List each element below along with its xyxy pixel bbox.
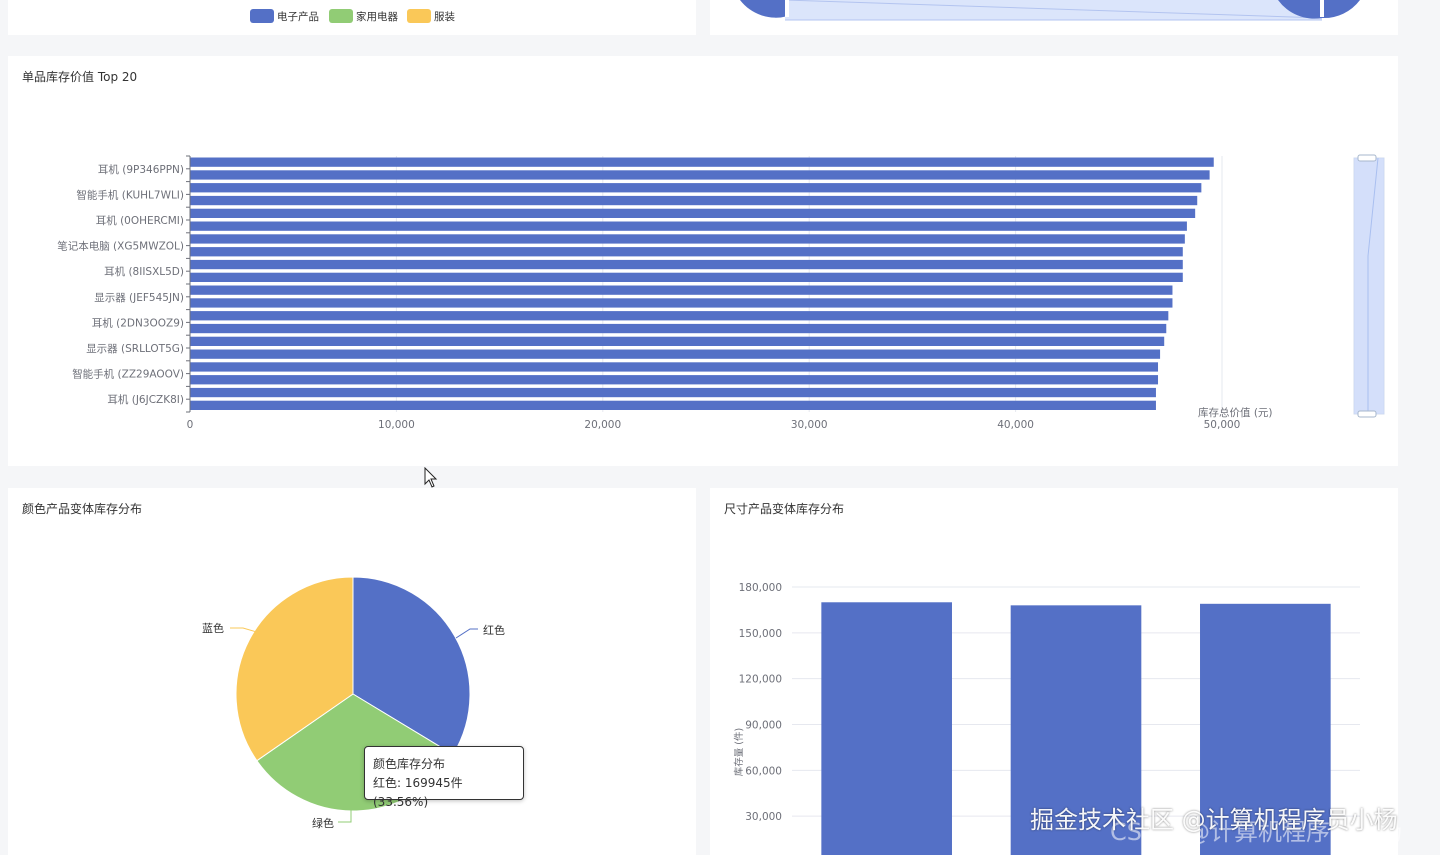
y-tick-label: 180,000 — [739, 582, 782, 594]
zoom-handle-top[interactable] — [1357, 154, 1377, 162]
y-tick-label: 耳机 (0OHERCMI) — [96, 214, 184, 227]
x-axis-name: 库存总价值 (元) — [1198, 406, 1273, 419]
top20-bar[interactable] — [190, 387, 1156, 398]
label-line-green — [338, 810, 352, 823]
top20-bar[interactable] — [190, 221, 1187, 231]
top-left-panel: 电子产品 家用电器 服装 — [8, 0, 696, 35]
top20-bar[interactable] — [190, 170, 1210, 180]
label-blue: 蓝色 — [202, 621, 261, 635]
top20-bar[interactable] — [190, 183, 1202, 193]
y-tick-label: 智能手机 (ZZ29AOOV) — [72, 368, 184, 381]
top20-bar[interactable] — [190, 272, 1183, 282]
y-axis-name: 库存量 (件) — [733, 728, 745, 776]
label-line-red — [455, 628, 478, 639]
zoom-handle-bottom[interactable] — [1357, 410, 1377, 418]
top20-panel: 单品库存价值 Top 20 耳机 (9P346PPN) 智能手机 (KUHL7WL… — [8, 56, 1398, 466]
top20-bar[interactable] — [190, 157, 1214, 167]
legend-item-appliances[interactable]: 家用电器 — [329, 9, 398, 23]
top20-bar[interactable] — [190, 336, 1165, 346]
y-tick-label: 智能手机 (KUHL7WLI) — [76, 188, 184, 201]
label-green: 绿色 — [312, 810, 352, 830]
label-text-blue: 蓝色 — [202, 621, 224, 635]
legend-label-electronics: 电子产品 — [277, 10, 319, 23]
mouse-cursor-icon — [424, 467, 438, 488]
top20-bar[interactable] — [190, 285, 1173, 295]
top-right-partial-chart — [740, 0, 1360, 21]
top20-bar[interactable] — [190, 247, 1183, 257]
x-tick-label: 20,000 — [584, 419, 621, 431]
y-tick-label: 耳机 (8IISXL5D) — [104, 265, 184, 278]
size-bar[interactable] — [821, 602, 952, 855]
y-tick-label: 120,000 — [739, 674, 782, 686]
y-tick-label: 显示器 (SRLLOT5G) — [86, 343, 184, 355]
y-tick-label: 90,000 — [745, 720, 782, 732]
legend-swatch-clothing — [407, 9, 431, 23]
left-handle[interactable] — [785, 0, 789, 17]
x-tick-label: 10,000 — [378, 419, 415, 431]
legend-swatch-appliances — [329, 9, 353, 23]
top20-bar[interactable] — [190, 362, 1159, 372]
y-tick-label: 耳机 (J6JCZK8I) — [107, 393, 184, 406]
y-tick-label: 显示器 (JEF545JN) — [94, 292, 184, 304]
y-tick-label: 耳机 (9P346PPN) — [98, 163, 184, 176]
top20-bar-chart: 耳机 (9P346PPN) 智能手机 (KUHL7WLI) 耳机 (0OHERCMI… — [57, 154, 1385, 431]
color-pie-chart: 红色 蓝色 绿色 — [202, 576, 505, 830]
legend-label-clothing: 服装 — [434, 10, 455, 23]
legend-swatch-electronics — [250, 9, 274, 23]
right-handle[interactable] — [1320, 0, 1324, 17]
y-tick-label: 60,000 — [745, 765, 782, 777]
left-circle-partial — [740, 0, 788, 18]
y-tick-label: 耳机 (2DN3OOZ9) — [92, 316, 184, 329]
x-tick-label: 0 — [187, 419, 194, 431]
top20-bar[interactable] — [190, 349, 1161, 359]
x-tick-label: 40,000 — [997, 419, 1034, 431]
pie-tooltip: 颜色库存分布 红色: 169945件 (33.56%) — [364, 746, 524, 809]
label-red: 红色 — [455, 623, 505, 639]
legend-item-electronics[interactable]: 电子产品 — [250, 9, 319, 23]
zoom-selected — [1354, 158, 1384, 414]
tooltip-value: 红色: 169945件 (33.56%) — [373, 776, 463, 809]
color-pie-panel: 颜色产品变体库存分布 红色 蓝色 绿色 — [8, 488, 696, 855]
top20-bar[interactable] — [190, 259, 1183, 270]
top20-bar[interactable] — [190, 298, 1173, 308]
x-tick-label: 30,000 — [791, 419, 828, 431]
legend-label-appliances: 家用电器 — [356, 10, 398, 23]
label-text-green: 绿色 — [312, 816, 334, 830]
top-legend: 电子产品 家用电器 服装 — [250, 9, 455, 23]
top20-bar[interactable] — [190, 323, 1167, 334]
top20-bar[interactable] — [190, 234, 1185, 244]
top20-bar[interactable] — [190, 195, 1198, 206]
top20-bar[interactable] — [190, 400, 1156, 410]
watermark-juejin: 掘金技术社区 @计算机程序员小杨 — [1030, 806, 1398, 834]
y-tick-label: 150,000 — [739, 628, 782, 640]
data-zoom-slider[interactable] — [1353, 154, 1385, 418]
y-tick-label: 30,000 — [745, 811, 782, 823]
legend-item-clothing[interactable]: 服装 — [407, 9, 455, 23]
x-tick-label: 50,000 — [1204, 419, 1241, 431]
tooltip-title: 颜色库存分布 — [373, 757, 446, 771]
top20-bar[interactable] — [190, 208, 1196, 218]
label-text-red: 红色 — [483, 623, 505, 637]
top20-bar[interactable] — [190, 311, 1169, 321]
top-right-panel — [710, 0, 1398, 35]
top20-bar[interactable] — [190, 375, 1159, 385]
y-tick-label: 笔记本电脑 (XG5MWZOL) — [57, 240, 184, 253]
